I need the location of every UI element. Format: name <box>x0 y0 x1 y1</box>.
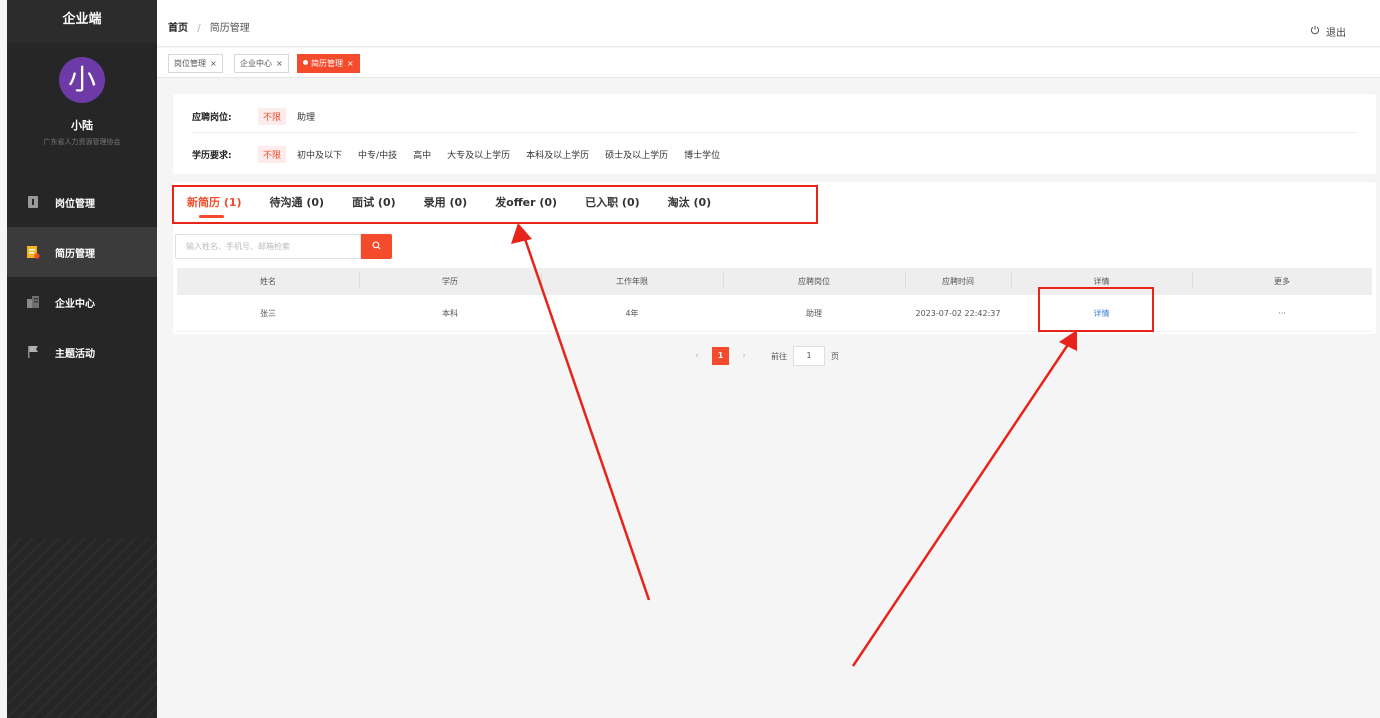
column-header: 工作年限 <box>541 273 723 287</box>
resume-icon <box>26 245 40 259</box>
job-icon <box>26 195 40 209</box>
close-icon[interactable]: × <box>276 59 283 68</box>
table-header: 姓名 学历 工作年限 应聘岗位 应聘时间 详情 更多 <box>177 268 1372 295</box>
tag-job-management[interactable]: 岗位管理 × <box>168 54 223 73</box>
filter-option[interactable]: 不限 <box>258 146 287 163</box>
filter-option[interactable]: 助理 <box>297 110 315 123</box>
logout-button[interactable]: 退出 <box>1310 24 1346 39</box>
column-header: 姓名 <box>260 277 276 286</box>
cell-work-years: 4年 <box>625 308 639 318</box>
sidebar-item-label: 岗位管理 <box>55 198 95 210</box>
sidebar-decoration <box>7 538 157 718</box>
close-icon[interactable]: × <box>210 59 217 68</box>
flag-icon <box>26 345 40 359</box>
column-header: 学历 <box>359 273 541 287</box>
column-header: 应聘时间 <box>905 273 1011 287</box>
column-header: 详情 <box>1011 273 1192 287</box>
tag-label: 企业中心 <box>240 59 272 68</box>
pagination: ‹ 1 › 前往 1 页 <box>688 346 839 366</box>
next-page-button[interactable]: › <box>735 351 753 361</box>
cell-education: 本科 <box>442 308 458 318</box>
cell-position: 助理 <box>806 308 822 318</box>
sidebar-item-label: 简历管理 <box>55 248 95 260</box>
tag-label: 简历管理 <box>311 59 343 68</box>
top-header: 首页 / 简历管理 退出 <box>157 0 1380 47</box>
filter-option[interactable]: 中专/中技 <box>358 148 397 161</box>
filter-position-label: 应聘岗位: <box>192 113 232 123</box>
cell-apply-time: 2023-07-02 22:42:37 <box>915 308 1001 318</box>
filter-card: 应聘岗位: 不限 助理 学历要求: 不限 初中及以下 中专/中技 高中 大专及以… <box>173 94 1376 174</box>
sidebar: 企业端 小 小陆 广东省人力资源管理协会 岗位管理 简历管理 企业中心 主题活动 <box>7 0 157 718</box>
annotation-box-tabs <box>172 185 818 224</box>
close-icon[interactable]: × <box>347 59 354 68</box>
tag-company-center[interactable]: 企业中心 × <box>234 54 289 73</box>
sidebar-item-label: 企业中心 <box>55 298 95 310</box>
brand-title: 企业端 <box>7 0 157 43</box>
annotation-box-detail <box>1038 287 1154 332</box>
tag-label: 岗位管理 <box>174 59 206 68</box>
filter-option[interactable]: 大专及以上学历 <box>447 148 510 161</box>
goto-page-input[interactable]: 1 <box>793 346 825 366</box>
filter-option[interactable]: 硕士及以上学历 <box>605 148 668 161</box>
filter-education: 学历要求: 不限 初中及以下 中专/中技 高中 大专及以上学历 本科及以上学历 … <box>192 146 736 163</box>
annotation-arrow-detail <box>851 330 1077 667</box>
more-icon[interactable]: ··· <box>1278 309 1286 318</box>
filter-option[interactable]: 本科及以上学历 <box>526 148 589 161</box>
filter-divider <box>192 132 1356 133</box>
column-header: 应聘岗位 <box>723 273 905 287</box>
breadcrumb: 首页 / 简历管理 <box>168 19 250 34</box>
breadcrumb-current: 简历管理 <box>209 23 250 34</box>
power-icon <box>1310 25 1320 38</box>
column-header: 更多 <box>1192 273 1372 287</box>
sidebar-item-job-management[interactable]: 岗位管理 <box>7 177 157 227</box>
sidebar-item-company-center[interactable]: 企业中心 <box>7 277 157 327</box>
page-suffix: 页 <box>831 351 839 361</box>
cell-more: ··· <box>1192 309 1372 318</box>
resume-table: 姓名 学历 工作年限 应聘岗位 应聘时间 详情 更多 张三 本科 4年 助理 2… <box>177 268 1372 332</box>
breadcrumb-home[interactable]: 首页 <box>168 23 188 34</box>
filter-education-label: 学历要求: <box>192 151 232 161</box>
goto-label: 前往 <box>771 351 787 361</box>
tags-bar: 岗位管理 × 企业中心 × 简历管理 × <box>157 48 1380 78</box>
avatar[interactable]: 小 <box>59 57 105 103</box>
sidebar-item-resume-management[interactable]: 简历管理 <box>7 227 157 277</box>
tag-resume-management[interactable]: 简历管理 × <box>297 54 360 73</box>
building-icon <box>26 295 40 309</box>
filter-option[interactable]: 博士学位 <box>684 148 720 161</box>
filter-option[interactable]: 高中 <box>413 148 431 161</box>
filter-option[interactable]: 不限 <box>258 108 287 125</box>
sidebar-menu: 岗位管理 简历管理 企业中心 主题活动 <box>7 177 157 377</box>
breadcrumb-separator: / <box>197 23 201 34</box>
search-icon <box>372 241 381 252</box>
table-row: 张三 本科 4年 助理 2023-07-02 22:42:37 详情 ··· <box>177 295 1372 332</box>
filter-option[interactable]: 初中及以下 <box>297 148 342 161</box>
search-button[interactable] <box>361 234 392 259</box>
prev-page-button[interactable]: ‹ <box>688 351 706 361</box>
active-dot-icon <box>303 60 308 65</box>
sidebar-item-label: 主题活动 <box>55 348 95 360</box>
cell-name: 张三 <box>260 308 276 318</box>
logout-label: 退出 <box>1326 28 1346 39</box>
search-input[interactable] <box>175 234 361 259</box>
user-name: 小陆 <box>71 119 93 132</box>
sidebar-item-theme-activity[interactable]: 主题活动 <box>7 327 157 377</box>
user-organization: 广东省人力资源管理协会 <box>43 138 121 146</box>
page-number-current[interactable]: 1 <box>712 347 729 365</box>
filter-position: 应聘岗位: 不限 助理 <box>192 108 331 125</box>
